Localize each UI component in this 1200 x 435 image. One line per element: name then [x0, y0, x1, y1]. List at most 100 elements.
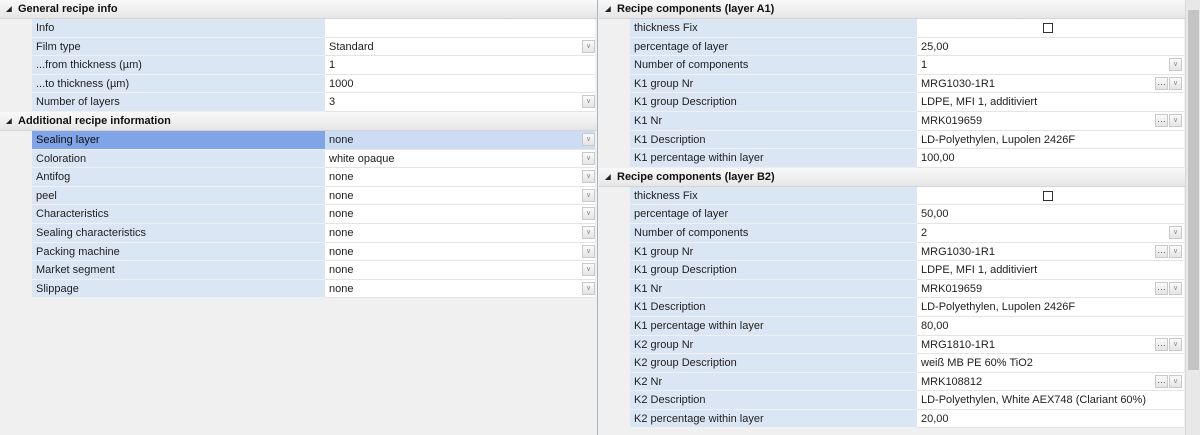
property-row-k1-nr[interactable]: K1 Nr MRK019659 ∨… [599, 279, 1200, 299]
chevron-down-icon[interactable]: ∨ [582, 151, 595, 165]
chevron-down-icon[interactable]: ∨ [582, 281, 595, 295]
property-row-k1-group-description[interactable]: K1 group Description LDPE, MFI 1, additiv… [599, 261, 1200, 280]
property-value[interactable]: MRK019659 [917, 279, 1184, 299]
chevron-down-icon[interactable]: ∨ [1169, 337, 1182, 351]
chevron-down-icon[interactable]: ∨ [1169, 76, 1182, 90]
property-value[interactable]: 20,00 [917, 409, 1184, 429]
property-value[interactable]: none [325, 186, 595, 206]
section-header[interactable]: ◢ Recipe components (layer B2) [599, 167, 1200, 187]
chevron-down-icon[interactable]: ∨ [582, 95, 595, 109]
property-value[interactable]: MRG1810-1R1 [917, 335, 1184, 355]
ellipsis-icon[interactable]: … [1155, 337, 1168, 351]
property-row-k1-group-description[interactable]: K1 group Description LDPE, MFI 1, additiv… [599, 93, 1200, 112]
property-row-peel[interactable]: peel none ∨ [0, 186, 597, 206]
collapse-triangle-icon[interactable]: ◢ [4, 0, 14, 19]
chevron-down-icon[interactable]: ∨ [1169, 244, 1182, 258]
property-row-k1-nr[interactable]: K1 Nr MRK019659 ∨… [599, 111, 1200, 131]
chevron-down-icon[interactable]: ∨ [582, 263, 595, 277]
chevron-down-icon[interactable]: ∨ [582, 244, 595, 258]
property-row-k2-nr[interactable]: K2 Nr MRK108812 ∨… [599, 372, 1200, 392]
property-value[interactable]: none [325, 242, 595, 262]
property-value[interactable]: 1000 [325, 74, 595, 94]
property-row-packing-machine[interactable]: Packing machine none ∨ [0, 242, 597, 262]
thickness-fix-checkbox[interactable] [1043, 23, 1053, 33]
chevron-down-icon[interactable]: ∨ [582, 132, 595, 146]
collapse-triangle-icon[interactable]: ◢ [4, 112, 14, 131]
property-row-k2-percentage-within-layer[interactable]: K2 percentage within layer 20,00 [599, 409, 1200, 429]
property-row-k1-description[interactable]: K1 Description LD-Polyethylen, Lupolen 24… [599, 298, 1200, 317]
property-value[interactable]: MRK108812 [917, 372, 1184, 392]
chevron-down-icon[interactable]: ∨ [582, 207, 595, 221]
property-value[interactable]: LD-Polyethylen, Lupolen 2426F [917, 298, 1184, 317]
property-row-film-type[interactable]: Film type Standard ∨ [0, 37, 597, 57]
thickness-fix-checkbox[interactable] [1043, 190, 1053, 201]
property-row-percentage-of-layer[interactable]: percentage of layer 50,00 [599, 205, 1200, 224]
chevron-down-icon[interactable]: ∨ [1169, 281, 1182, 295]
property-value[interactable]: 50,00 [917, 205, 1184, 224]
section-header[interactable]: ◢ General recipe info [0, 0, 597, 19]
property-row-number-of-components[interactable]: Number of components 2 ∨ [599, 223, 1200, 243]
property-row-k1-percentage-within-layer[interactable]: K1 percentage within layer 80,00 [599, 316, 1200, 336]
property-value[interactable]: LD-Polyethylen, White AEX748 (Clariant 6… [917, 391, 1184, 410]
property-value[interactable]: none [325, 223, 595, 243]
chevron-down-icon[interactable]: ∨ [582, 170, 595, 184]
chevron-down-icon[interactable]: ∨ [1169, 113, 1182, 127]
property-value[interactable]: none [325, 168, 595, 187]
property-row-k2-description[interactable]: K2 Description LD-Polyethylen, White AEX7… [599, 391, 1200, 410]
vertical-scrollbar[interactable] [1185, 0, 1200, 435]
property-row-k2-group-description[interactable]: K2 group Description weiß MB PE 60% TiO2 [599, 354, 1200, 373]
collapse-triangle-icon[interactable]: ◢ [603, 0, 613, 19]
property-value[interactable] [917, 186, 1184, 206]
property-value[interactable]: Standard [325, 37, 595, 57]
property-value[interactable]: 2 [917, 223, 1184, 243]
property-value[interactable]: 80,00 [917, 316, 1184, 336]
property-value[interactable]: white opaque [325, 149, 595, 169]
property-row-percentage-of-layer[interactable]: percentage of layer 25,00 [599, 37, 1200, 57]
section-header[interactable]: ◢ Recipe components (layer A1) [599, 0, 1200, 19]
ellipsis-icon[interactable]: … [1155, 374, 1168, 388]
property-row-slippage[interactable]: Slippage none ∨ [0, 279, 597, 299]
chevron-down-icon[interactable]: ∨ [582, 188, 595, 202]
property-row-k2-group-nr[interactable]: K2 group Nr MRG1810-1R1 ∨… [599, 335, 1200, 355]
collapse-triangle-icon[interactable]: ◢ [603, 168, 613, 187]
ellipsis-icon[interactable]: … [1155, 244, 1168, 258]
property-value[interactable]: MRG1030-1R1 [917, 242, 1184, 262]
property-row-characteristics[interactable]: Characteristics none ∨ [0, 205, 597, 224]
property-value[interactable]: none [325, 279, 595, 299]
property-value[interactable]: none [325, 261, 595, 280]
scrollbar-thumb[interactable] [1188, 10, 1199, 370]
chevron-down-icon[interactable]: ∨ [582, 225, 595, 239]
ellipsis-icon[interactable]: … [1155, 281, 1168, 295]
property-value[interactable]: 3 [325, 93, 595, 112]
chevron-down-icon[interactable]: ∨ [582, 39, 595, 53]
property-value[interactable]: 1 [917, 56, 1184, 75]
property-value[interactable]: none [325, 205, 595, 224]
property-row-k1-description[interactable]: K1 Description LD-Polyethylen, Lupolen 24… [599, 130, 1200, 150]
property-row-sealing-characteristics[interactable]: Sealing characteristics none ∨ [0, 223, 597, 243]
property-value[interactable]: none [325, 130, 595, 150]
property-value[interactable]: 1 [325, 56, 595, 75]
property-row-k1-group-nr[interactable]: K1 group Nr MRG1030-1R1 ∨… [599, 242, 1200, 262]
property-row-thickness-fix[interactable]: thickness Fix [599, 186, 1200, 206]
property-value[interactable]: weiß MB PE 60% TiO2 [917, 354, 1184, 373]
property-row-to-thickness-m[interactable]: ...to thickness (µm) 1000 [0, 74, 597, 94]
property-value[interactable]: MRK019659 [917, 111, 1184, 131]
property-row-thickness-fix[interactable]: thickness Fix [599, 19, 1200, 38]
property-row-k1-group-nr[interactable]: K1 group Nr MRG1030-1R1 ∨… [599, 74, 1200, 94]
ellipsis-icon[interactable]: … [1155, 76, 1168, 90]
property-row-number-of-layers[interactable]: Number of layers 3 ∨ [0, 93, 597, 112]
chevron-down-icon[interactable]: ∨ [1169, 225, 1182, 239]
property-row-coloration[interactable]: Coloration white opaque ∨ [0, 149, 597, 169]
chevron-down-icon[interactable]: ∨ [1169, 374, 1182, 388]
property-value[interactable]: 100,00 [917, 149, 1184, 168]
property-row-antifog[interactable]: Antifog none ∨ [0, 168, 597, 187]
property-value[interactable] [325, 19, 595, 38]
chevron-down-icon[interactable]: ∨ [1169, 58, 1182, 72]
property-row-market-segment[interactable]: Market segment none ∨ [0, 261, 597, 280]
property-value[interactable]: 25,00 [917, 37, 1184, 57]
property-value[interactable]: MRG1030-1R1 [917, 74, 1184, 94]
property-value[interactable] [917, 19, 1184, 38]
property-value[interactable]: LDPE, MFI 1, additiviert [917, 261, 1184, 280]
ellipsis-icon[interactable]: … [1155, 113, 1168, 127]
property-row-from-thickness-m[interactable]: ...from thickness (µm) 1 [0, 56, 597, 75]
